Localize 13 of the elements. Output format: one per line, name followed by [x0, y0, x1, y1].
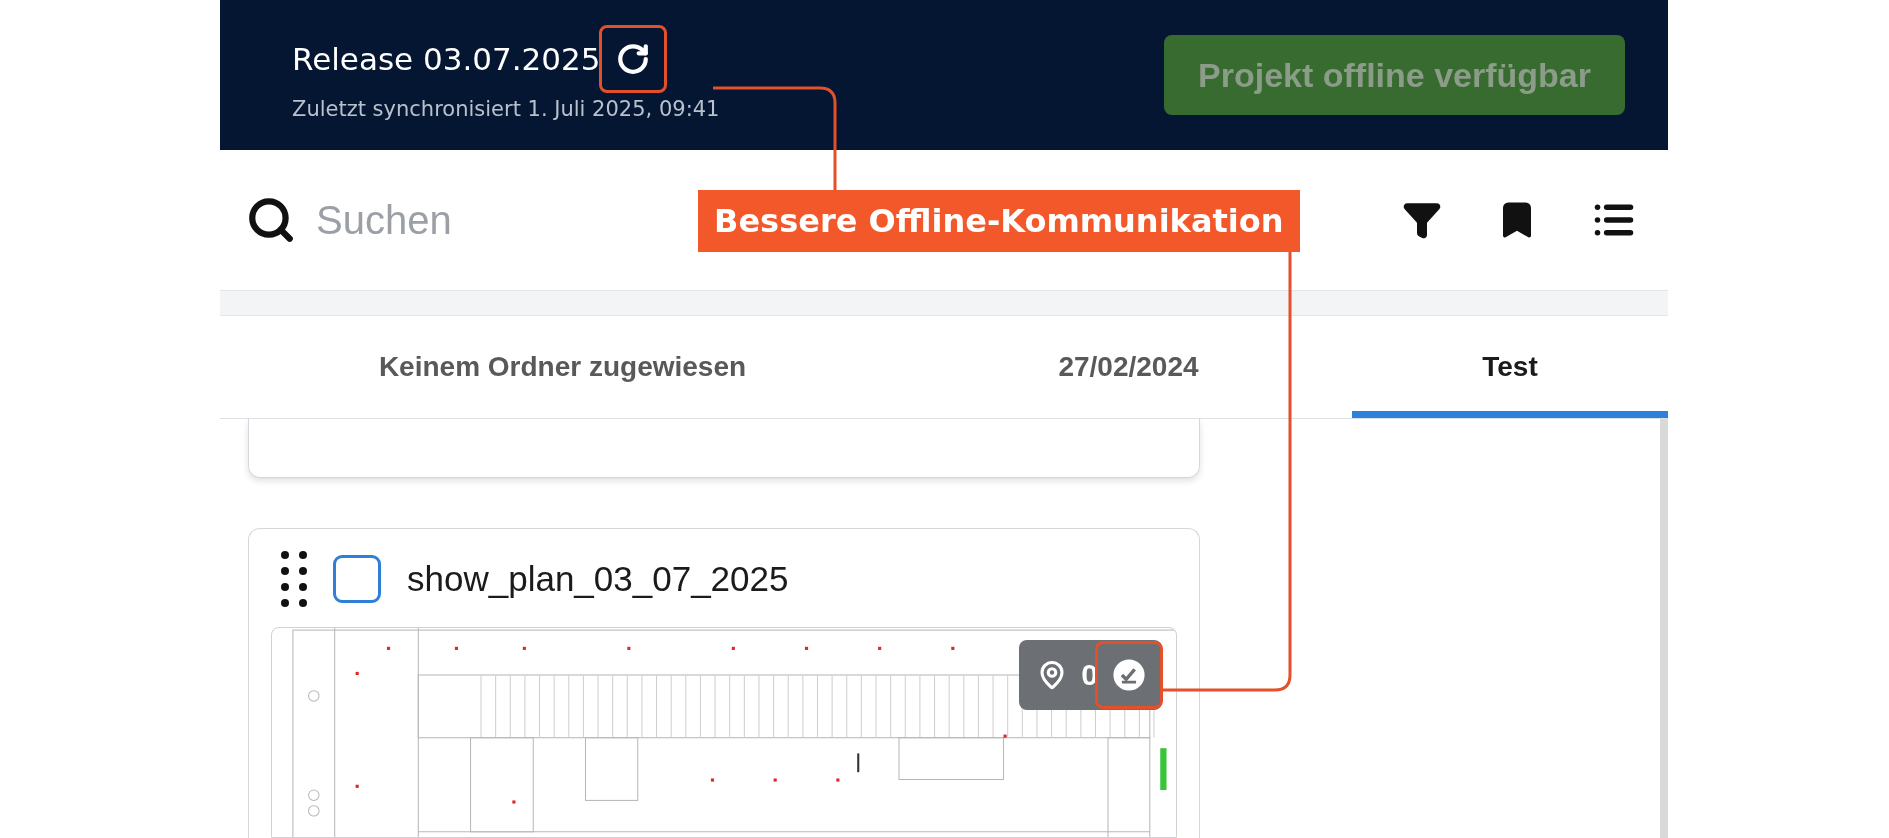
search-icon[interactable]: [246, 195, 296, 245]
highlight-frame: [599, 25, 668, 93]
release-title: Release 03.07.2025: [292, 41, 601, 77]
refresh-button[interactable]: [616, 42, 651, 76]
drag-handle-icon[interactable]: [281, 551, 307, 607]
plan-checkbox[interactable]: [333, 555, 381, 603]
check-circle-icon: [1112, 658, 1146, 692]
annotation-label: Bessere Offline-Kommunikation: [698, 190, 1300, 252]
plan-name: show_plan_03_07_2025: [407, 559, 789, 599]
folder-tab[interactable]: Keinem Ordner zugewiesen: [220, 316, 905, 418]
folder-tab[interactable]: 27/02/2024: [905, 316, 1352, 418]
sync-status: Zuletzt synchronisiert 1. Juli 2025, 09:41: [292, 97, 720, 121]
filter-icon[interactable]: [1402, 200, 1442, 240]
